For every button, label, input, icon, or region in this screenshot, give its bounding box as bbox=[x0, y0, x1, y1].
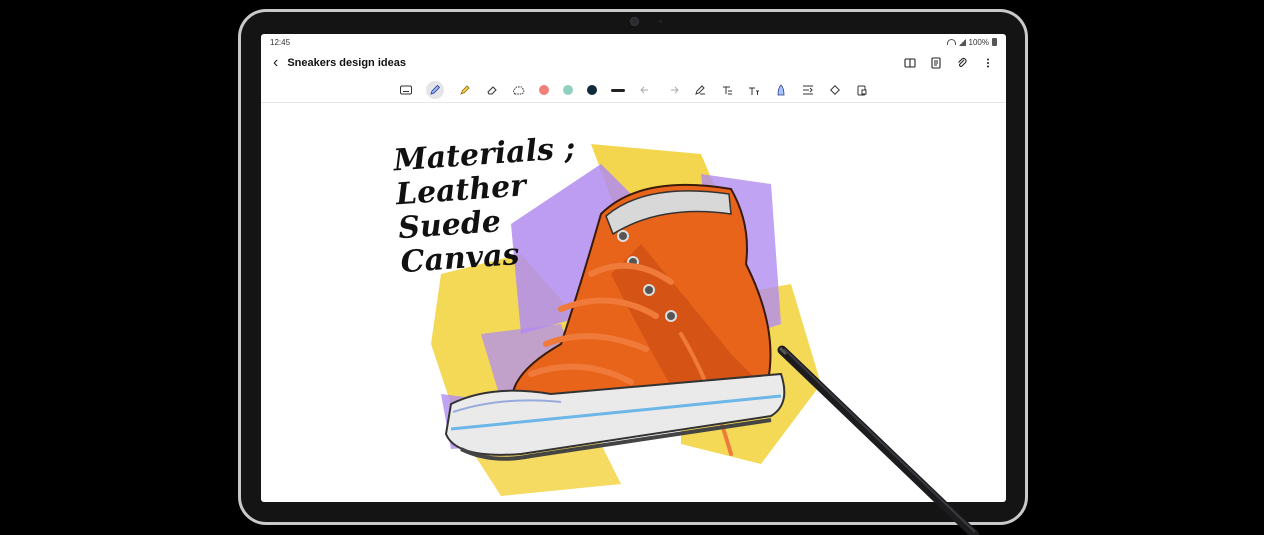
brush-icon[interactable] bbox=[774, 84, 787, 97]
note-title: Sneakers design ideas bbox=[287, 57, 406, 69]
pen-settings-icon[interactable] bbox=[693, 84, 706, 97]
tablet-frame: 12:45 100% ‹ Sneakers design ideas Mater… bbox=[238, 9, 1028, 525]
status-indicators: 100% bbox=[946, 37, 997, 47]
status-time: 12:45 bbox=[270, 37, 291, 47]
back-icon[interactable]: ‹ bbox=[273, 55, 278, 71]
lasso-icon[interactable] bbox=[512, 84, 525, 97]
keyboard-icon[interactable] bbox=[399, 84, 412, 97]
signal-icon bbox=[958, 38, 966, 46]
text-style-icon[interactable] bbox=[720, 84, 733, 97]
sensor bbox=[659, 20, 662, 23]
handwritten-note: Materials ; Leather Suede Canvas bbox=[392, 131, 583, 280]
battery-icon bbox=[992, 38, 997, 46]
front-camera bbox=[631, 18, 638, 25]
shape-icon[interactable] bbox=[828, 84, 841, 97]
color-swatch-coral[interactable] bbox=[539, 85, 549, 95]
eraser-icon[interactable] bbox=[485, 84, 498, 97]
pen-icon[interactable] bbox=[426, 81, 444, 99]
stroke-thickness[interactable] bbox=[611, 88, 625, 92]
lock-icon[interactable] bbox=[855, 84, 868, 97]
pen-toolbar bbox=[261, 78, 1006, 103]
screen: 12:45 100% ‹ Sneakers design ideas Mater… bbox=[261, 34, 1006, 502]
color-swatch-mint[interactable] bbox=[563, 85, 573, 95]
text-size-icon[interactable] bbox=[747, 84, 760, 97]
redo-icon[interactable] bbox=[666, 84, 679, 97]
color-swatch-navy[interactable] bbox=[587, 85, 597, 95]
wifi-icon bbox=[946, 39, 956, 45]
highlighter-icon[interactable] bbox=[458, 84, 471, 97]
drawing-canvas[interactable]: Materials ; Leather Suede Canvas bbox=[261, 104, 1006, 502]
sneaker-illustration bbox=[431, 144, 821, 496]
page-icon[interactable] bbox=[930, 57, 942, 69]
tablet-bezel: 12:45 100% ‹ Sneakers design ideas Mater… bbox=[241, 12, 1025, 522]
status-bar: 12:45 100% bbox=[261, 34, 1006, 50]
book-view-icon[interactable] bbox=[904, 57, 916, 69]
battery-level: 100% bbox=[968, 37, 989, 47]
app-bar: ‹ Sneakers design ideas bbox=[261, 50, 1006, 76]
undo-icon[interactable] bbox=[639, 84, 652, 97]
more-icon[interactable] bbox=[982, 57, 994, 69]
insert-icon[interactable] bbox=[801, 84, 814, 97]
attach-icon[interactable] bbox=[956, 57, 968, 69]
